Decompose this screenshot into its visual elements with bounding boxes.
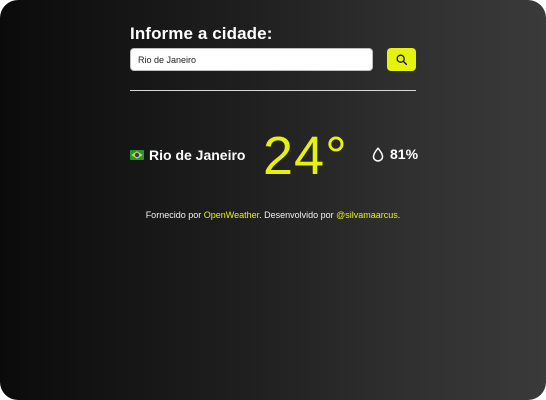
- humidity-value: 81%: [390, 146, 419, 162]
- openweather-link[interactable]: OpenWeather: [204, 210, 259, 220]
- water-drop-icon: [372, 146, 390, 162]
- city-name: Rio de Janeiro: [149, 147, 246, 163]
- footer-credits: Fornecido por OpenWeather. Desenvolvido …: [0, 210, 546, 220]
- footer-middle: . Desenvolvido por: [259, 210, 337, 220]
- search-title: Informe a cidade:: [130, 24, 273, 43]
- divider: [130, 90, 416, 91]
- footer-suffix: .: [397, 210, 401, 220]
- search-button[interactable]: [387, 48, 416, 71]
- search-icon: [395, 53, 408, 66]
- footer-prefix: Fornecido por: [145, 210, 204, 220]
- temperature-value: 24°: [263, 126, 348, 186]
- author-link[interactable]: @silvamaarcus: [336, 210, 398, 220]
- city-info: Rio de Janeiro: [130, 146, 245, 164]
- humidity-info: 81%: [372, 145, 418, 163]
- weather-card: Informe a cidade: Rio de Janeiro 24°: [0, 0, 546, 400]
- brazil-flag-icon: [130, 150, 149, 160]
- city-search-input[interactable]: [130, 48, 373, 71]
